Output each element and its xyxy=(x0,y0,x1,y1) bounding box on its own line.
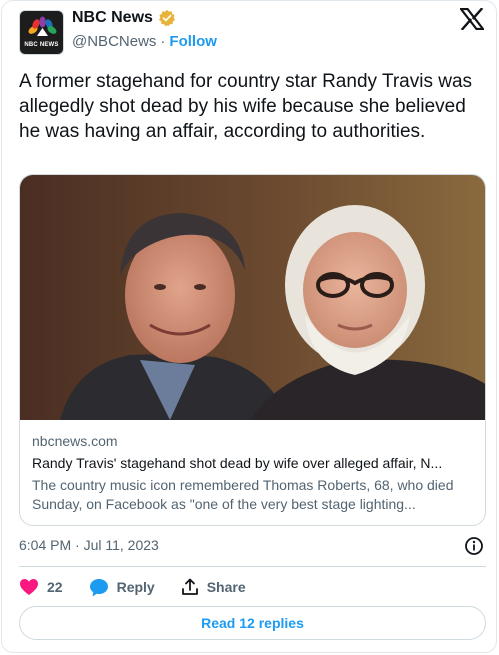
link-description: The country music icon remembered Thomas… xyxy=(32,477,454,512)
link-title: Randy Travis' stagehand shot dead by wif… xyxy=(32,455,443,471)
link-preview-card[interactable]: nbcnews.com Randy Travis' stagehand shot… xyxy=(19,174,486,526)
follow-button[interactable]: Follow xyxy=(169,33,217,50)
handle-row: @NBCNews · Follow xyxy=(72,33,217,50)
reply-label: Reply xyxy=(116,579,155,595)
reply-bubble-icon xyxy=(89,578,108,596)
like-count: 22 xyxy=(47,579,63,595)
info-icon[interactable] xyxy=(464,536,484,556)
heart-icon xyxy=(20,579,38,595)
avatar-brand-text: NBC NEWS xyxy=(24,42,59,48)
tweet-timestamp[interactable]: 6:04 PM · Jul 11, 2023 xyxy=(19,537,159,553)
account-handle[interactable]: @NBCNews xyxy=(72,33,156,50)
share-icon xyxy=(181,578,198,595)
action-bar: 22 Reply Share xyxy=(19,575,272,599)
read-replies-button[interactable]: Read 12 replies xyxy=(19,606,486,640)
x-logo-icon[interactable] xyxy=(460,8,484,30)
account-name[interactable]: NBC News xyxy=(72,9,153,27)
separator-dot: · xyxy=(160,33,166,50)
tweet-card: NBC NEWS NBC News @NBCNews · Follow A fo… xyxy=(1,0,497,653)
article-photo xyxy=(20,175,485,420)
link-domain: nbcnews.com xyxy=(32,433,118,449)
like-button[interactable]: 22 xyxy=(19,578,63,596)
link-meta: nbcnews.com Randy Travis' stagehand shot… xyxy=(20,420,485,514)
share-label: Share xyxy=(206,579,246,595)
divider xyxy=(19,566,486,567)
verified-badge-icon xyxy=(158,9,175,27)
account-name-row: NBC News xyxy=(72,9,176,27)
avatar[interactable]: NBC NEWS xyxy=(19,10,64,55)
share-button[interactable]: Share xyxy=(181,578,246,596)
reply-button[interactable]: Reply xyxy=(89,578,155,597)
nbc-peacock-icon xyxy=(28,16,57,36)
tweet-text: A former stagehand for country star Rand… xyxy=(19,71,473,142)
